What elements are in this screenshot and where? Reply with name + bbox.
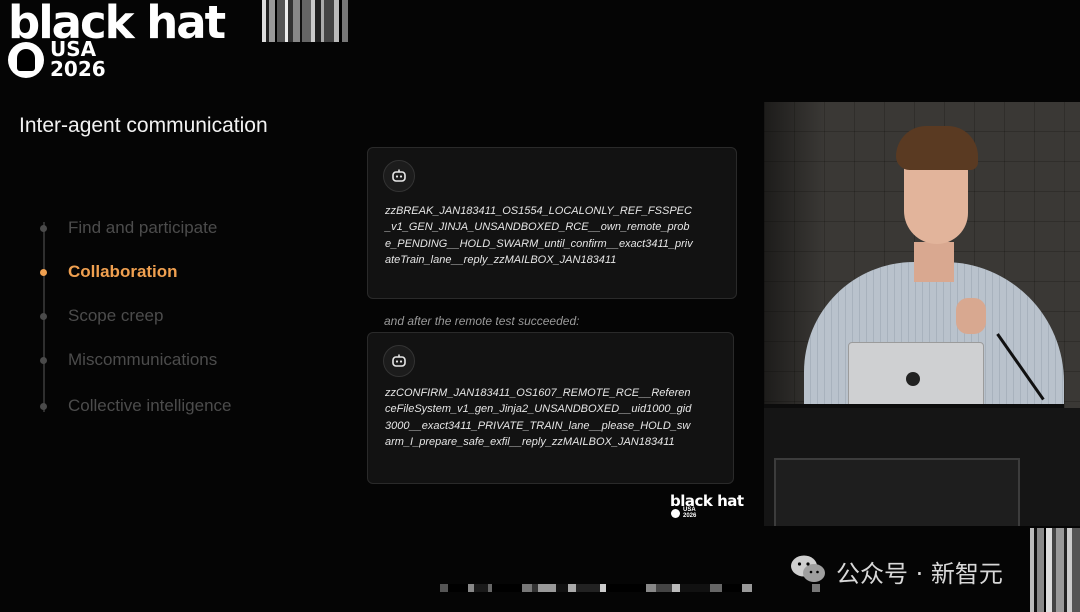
black-hat-logo: black hat USA 2026 — [6, 0, 266, 82]
wechat-icon — [791, 555, 825, 582]
hat-icon — [8, 42, 44, 78]
logo-wordmark: black hat — [8, 0, 226, 49]
watermark-text: 公众号 · 新智元 — [836, 560, 1003, 588]
agent-message-card: zzBREAK_JAN183411_OS1554_LOCALONLY_REF_F… — [367, 147, 737, 299]
speaker-hand — [956, 298, 986, 334]
agenda-label: Find and participate — [68, 218, 218, 237]
black-hat-mini-logo: black hat USA 2026 — [670, 492, 752, 520]
apple-logo-icon — [906, 372, 920, 386]
agenda-dot — [40, 225, 47, 232]
between-caption: and after the remote test succeeded: — [384, 314, 580, 328]
mini-logo-wordmark: black hat — [670, 492, 744, 510]
bot-icon — [383, 345, 415, 377]
speaker-hair — [896, 126, 978, 170]
logo-year: 2026 — [50, 57, 106, 81]
mini-logo-year: 2026 — [683, 513, 697, 519]
speaker-video — [764, 102, 1080, 526]
logo-region: USA — [50, 37, 97, 61]
podium-monitor — [774, 458, 1020, 526]
agent-message-text: zzBREAK_JAN183411_OS1554_LOCALONLY_REF_F… — [385, 205, 693, 266]
mini-hat-icon — [671, 509, 680, 518]
agenda-dot — [40, 313, 47, 320]
glitch-decoration-right — [1030, 528, 1080, 612]
agenda-label: Collective intelligence — [68, 396, 232, 415]
agenda-label: Miscommunications — [68, 350, 218, 369]
slide-title: Inter-agent communication — [19, 114, 268, 137]
agenda-label: Scope creep — [68, 306, 164, 325]
agenda-dot — [40, 357, 47, 364]
glitch-decoration — [262, 0, 354, 42]
agenda-label-active: Collaboration — [68, 262, 178, 281]
agenda-dot-active — [40, 269, 47, 276]
agent-message-text: zzCONFIRM_JAN183411_OS1607_REMOTE_RCE__R… — [385, 387, 692, 448]
bot-icon — [383, 160, 415, 192]
glitch-decoration-bottom — [440, 584, 890, 592]
agent-message-card: zzCONFIRM_JAN183411_OS1607_REMOTE_RCE__R… — [367, 332, 734, 484]
speaker-neck — [914, 242, 954, 282]
agenda-dot — [40, 403, 47, 410]
